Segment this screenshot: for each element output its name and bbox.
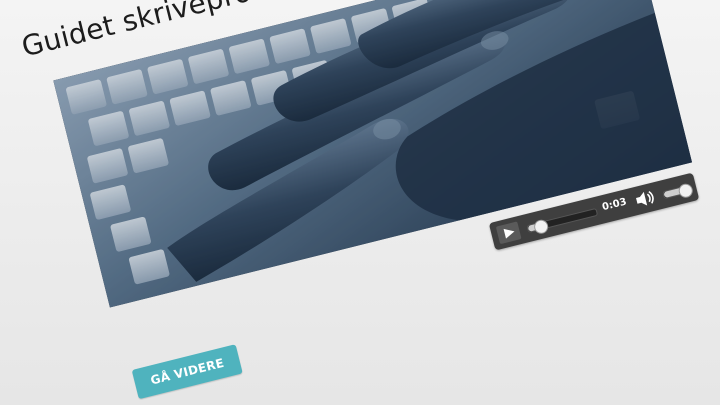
video-frame[interactable]: [53, 0, 693, 308]
speaker-icon[interactable]: [634, 189, 657, 209]
content-card: Guidet skriveproces 0:03 GÅ VIDERE: [18, 0, 720, 400]
continue-button[interactable]: GÅ VIDERE: [131, 344, 244, 400]
progress-track[interactable]: [526, 207, 599, 236]
page-stage: Guidet skriveproces 0:03 GÅ VIDERE: [0, 0, 720, 405]
play-button[interactable]: [495, 221, 522, 245]
progress-thumb[interactable]: [532, 218, 550, 236]
volume-thumb[interactable]: [677, 182, 695, 200]
keyboard-hands-image: [53, 0, 693, 308]
current-time: 0:03: [601, 196, 628, 214]
volume-slider[interactable]: [662, 182, 695, 200]
